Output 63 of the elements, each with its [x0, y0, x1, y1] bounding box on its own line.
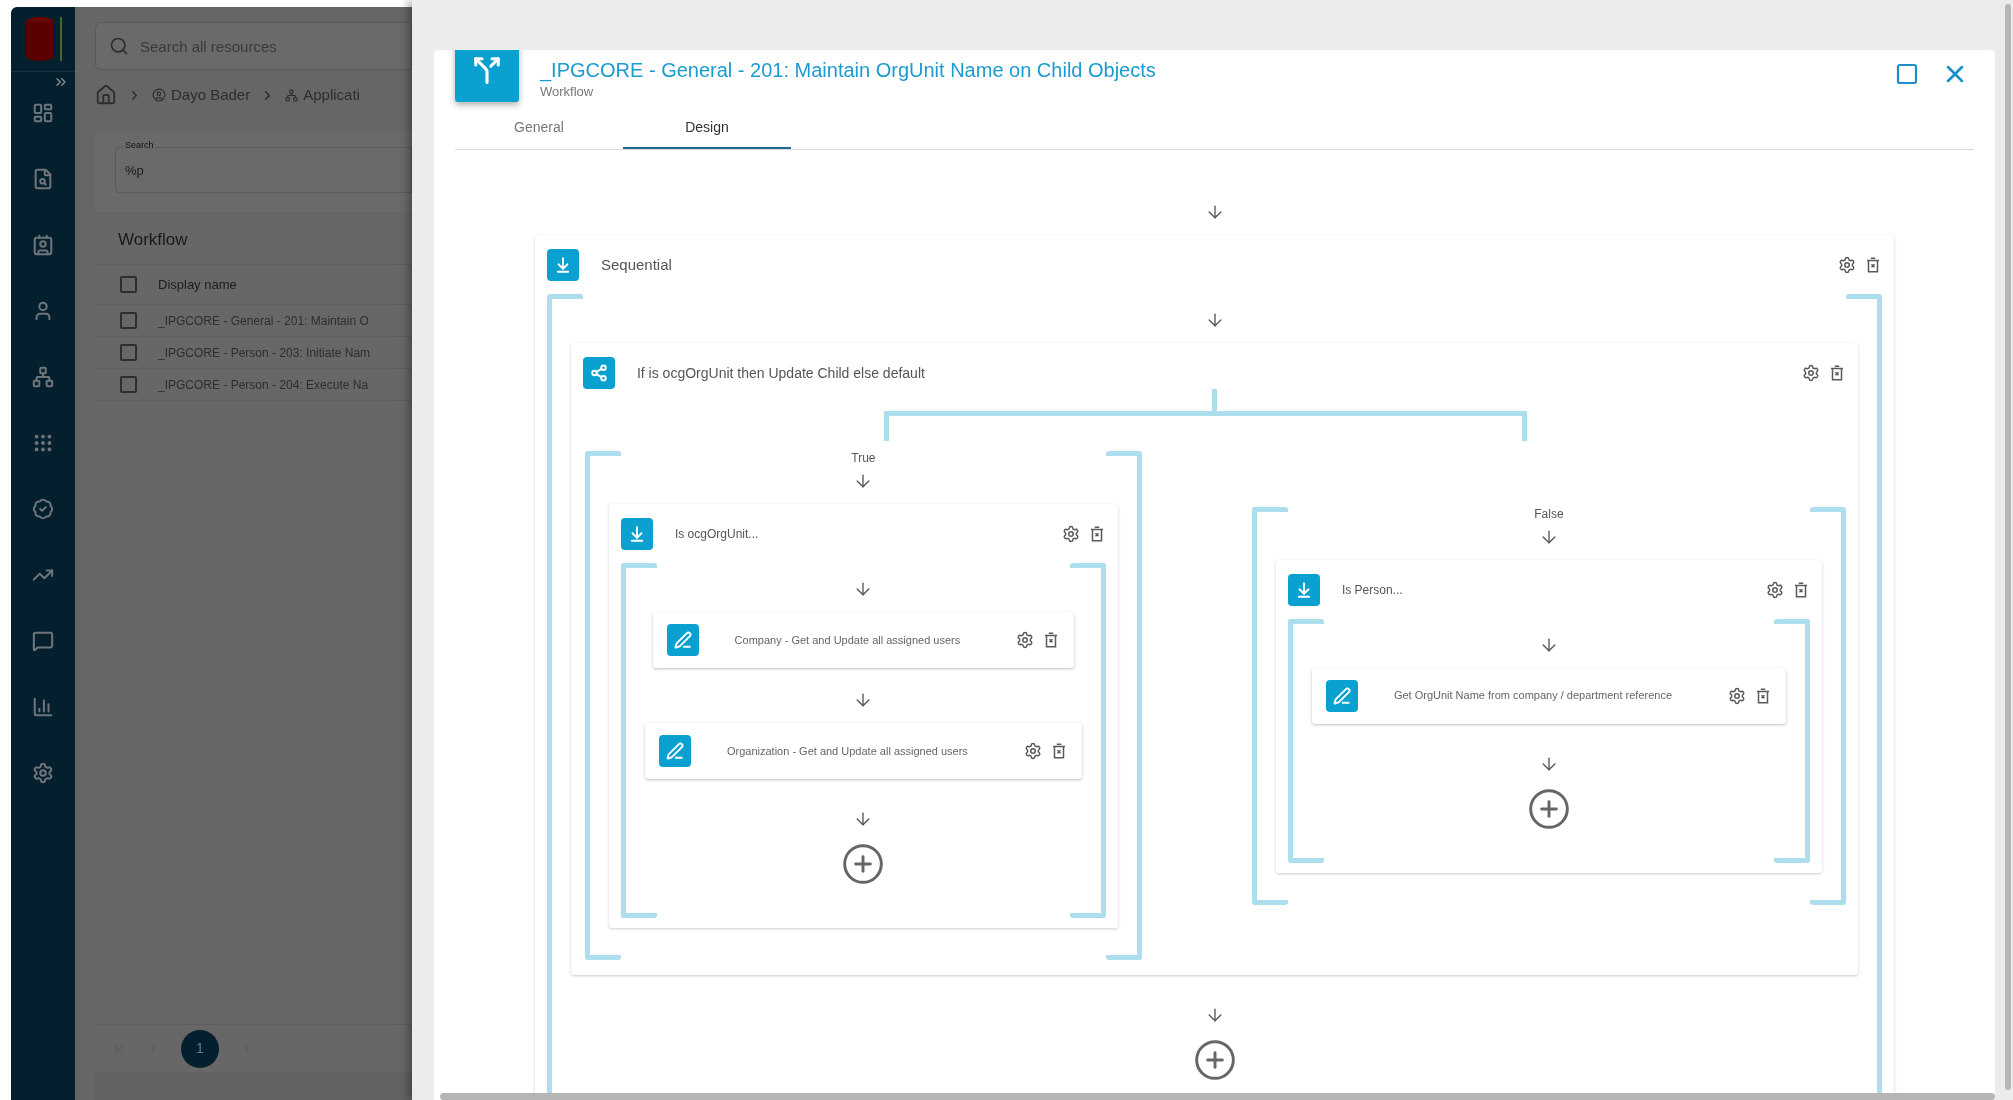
settings-icon[interactable] [1016, 631, 1035, 649]
breadcrumb-link[interactable]: Applicati [303, 83, 360, 107]
horizontal-scrollbar[interactable] [440, 1093, 1995, 1100]
grid-icon[interactable] [32, 432, 54, 454]
table-title: Workflow [118, 228, 188, 251]
activity-label: Organization - Get and Update all assigned users [726, 743, 968, 759]
settings-icon[interactable] [1838, 256, 1857, 274]
activity-card[interactable]: Company - Get and Update all assigned users [652, 612, 1075, 668]
add-step-button[interactable] [1192, 1038, 1237, 1082]
checkbox[interactable] [120, 376, 137, 393]
settings-icon[interactable] [1802, 364, 1821, 382]
settings-icon[interactable] [1023, 742, 1042, 760]
settings-icon[interactable] [1728, 686, 1747, 705]
breadcrumb-link[interactable]: Dayo Bader [171, 83, 251, 107]
maximize-icon[interactable] [1895, 62, 1919, 86]
sequence-label: Is ocgOrgUnit... [674, 526, 759, 543]
search-icon [109, 36, 129, 56]
check-badge-icon[interactable] [32, 498, 54, 520]
activity-label: Get OrgUnit Name from company / department reference [1393, 688, 1673, 704]
download-icon [620, 518, 653, 550]
activity-label: Company - Get and Update all assigned users [734, 632, 961, 648]
filter-field[interactable]: %p [115, 147, 412, 193]
pen-icon [666, 624, 699, 656]
sequence-label: Sequential [600, 254, 672, 275]
table-cell[interactable]: _IPGCORE - Person - 204: Execute Na [158, 375, 369, 394]
pen-icon [1325, 679, 1358, 712]
hierarchy-icon [285, 88, 299, 102]
activity-card[interactable]: Get OrgUnit Name from company / department reference [1311, 667, 1787, 724]
sequence-label: Is Person... [1341, 581, 1403, 599]
pen-icon [658, 735, 691, 767]
download-icon [546, 249, 579, 281]
download-icon [1287, 573, 1320, 606]
dialog-subtitle: Workflow [540, 83, 595, 101]
add-step-button[interactable] [841, 842, 886, 886]
home-icon[interactable] [95, 84, 117, 106]
table-cell[interactable]: _IPGCORE - Person - 203: Initiate Nam [158, 343, 371, 362]
column-header[interactable]: Display name [158, 274, 237, 295]
table-cell[interactable]: _IPGCORE - General - 201: Maintain O [158, 311, 369, 330]
branch-label: True [851, 451, 876, 465]
dashboard-icon[interactable] [32, 102, 54, 124]
checkbox[interactable] [120, 276, 137, 293]
checkbox[interactable] [120, 312, 137, 329]
share-icon [582, 357, 615, 389]
branch-label: False [1534, 506, 1564, 521]
document-search-icon[interactable] [32, 168, 54, 190]
settings-icon[interactable] [1766, 580, 1785, 599]
hierarchy-icon[interactable] [32, 366, 54, 388]
checkbox[interactable] [120, 344, 137, 361]
logo-icon [23, 15, 63, 63]
settings-icon[interactable] [32, 762, 54, 784]
id-card-icon[interactable] [32, 234, 54, 256]
add-step-button[interactable] [1526, 786, 1571, 831]
tab[interactable]: General [455, 107, 623, 149]
user-icon [152, 88, 166, 102]
activity-card[interactable]: Organization - Get and Update all assigned users [644, 723, 1082, 779]
dialog-title: _IPGCORE - General - 201: Maintain OrgUnit Name on Child Objects [540, 58, 1156, 82]
field-label: Search [123, 140, 156, 151]
settings-icon[interactable] [1061, 525, 1080, 543]
condition-label: If is ocgOrgUnit then Update Child else default [636, 363, 925, 383]
bar-chart-icon[interactable] [32, 696, 54, 718]
page-button[interactable]: 1 [181, 1029, 219, 1068]
tab[interactable]: Design [623, 107, 791, 149]
message-icon[interactable] [32, 630, 54, 652]
